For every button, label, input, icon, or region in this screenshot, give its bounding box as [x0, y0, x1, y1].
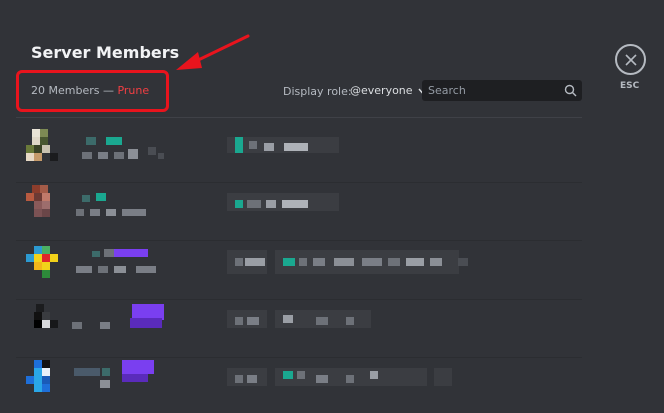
tag-block	[122, 209, 146, 216]
member-info-block	[313, 258, 325, 266]
avatar	[26, 246, 60, 280]
avatar	[26, 129, 60, 163]
search-box[interactable]	[422, 80, 582, 101]
member-info-block	[388, 258, 400, 266]
esc-label: ESC	[620, 81, 640, 91]
username-block	[74, 368, 100, 376]
tag-block	[98, 152, 108, 159]
username-block	[122, 374, 148, 382]
member-info-block	[283, 315, 293, 323]
member-row[interactable]	[16, 358, 582, 408]
tag-block	[128, 149, 138, 159]
username-block	[92, 251, 100, 257]
member-info-block	[264, 143, 274, 151]
member-info-block	[235, 137, 243, 153]
username-block	[82, 195, 90, 202]
tag-block	[98, 266, 108, 273]
display-role-label: Display role:	[283, 85, 352, 98]
member-info-block	[235, 200, 243, 208]
member-info-block	[299, 258, 307, 266]
member-info-block	[282, 200, 308, 208]
member-info-block	[430, 258, 442, 266]
row-divider	[16, 240, 582, 241]
username-block	[114, 249, 148, 257]
member-info-block	[346, 375, 354, 383]
member-info-block	[316, 375, 328, 383]
tag-block	[158, 153, 164, 159]
member-info-block	[247, 375, 257, 383]
username-block	[122, 360, 154, 374]
username-block	[104, 249, 114, 257]
member-info-block	[245, 258, 265, 266]
tag-block	[114, 266, 126, 273]
annotation-arrow-icon	[176, 34, 250, 70]
avatar	[26, 360, 60, 394]
member-info-block	[458, 258, 468, 266]
member-info-block	[434, 368, 452, 386]
search-icon	[564, 84, 577, 97]
member-info-block	[247, 317, 259, 325]
username-block	[102, 368, 110, 376]
username-block	[130, 318, 162, 328]
member-info-block	[235, 317, 243, 325]
role-select-value: @everyone	[350, 84, 413, 97]
role-select-dropdown[interactable]: @everyone	[350, 84, 427, 97]
tag-block	[76, 266, 92, 273]
close-button[interactable]	[615, 44, 646, 75]
tag-block	[72, 322, 82, 329]
member-info-block	[235, 375, 243, 383]
tag-block	[82, 152, 92, 159]
username-block	[86, 137, 96, 145]
page-title: Server Members	[31, 43, 180, 62]
close-icon	[624, 53, 637, 66]
member-info-block	[362, 258, 382, 266]
member-info-block	[406, 258, 424, 266]
member-info-block	[297, 371, 305, 379]
tag-block	[106, 209, 116, 216]
header-divider	[16, 117, 582, 118]
member-row[interactable]	[16, 300, 582, 358]
member-info-block	[227, 137, 339, 153]
member-row[interactable]	[16, 183, 582, 241]
member-row[interactable]	[16, 242, 582, 300]
member-info-block	[235, 258, 243, 266]
member-info-block	[370, 371, 378, 379]
member-row[interactable]	[16, 125, 582, 183]
member-info-block	[283, 258, 295, 266]
member-info-block	[249, 141, 257, 149]
member-info-block	[283, 371, 293, 379]
tag-block	[90, 209, 100, 216]
annotation-highlight-box	[16, 70, 169, 112]
tag-block	[114, 152, 124, 159]
member-info-block	[316, 317, 328, 325]
username-block	[106, 137, 122, 145]
tag-block	[76, 209, 84, 216]
search-input[interactable]	[422, 80, 582, 101]
tag-block	[100, 322, 110, 329]
avatar	[26, 304, 60, 338]
tag-block	[136, 266, 156, 273]
member-info-block	[247, 200, 261, 208]
member-info-block	[284, 143, 308, 151]
member-info-block	[334, 258, 354, 266]
member-info-block	[346, 317, 354, 325]
avatar	[26, 185, 60, 219]
username-block	[96, 193, 106, 201]
tag-block	[100, 380, 110, 388]
member-info-block	[266, 200, 276, 208]
tag-block	[148, 147, 156, 155]
